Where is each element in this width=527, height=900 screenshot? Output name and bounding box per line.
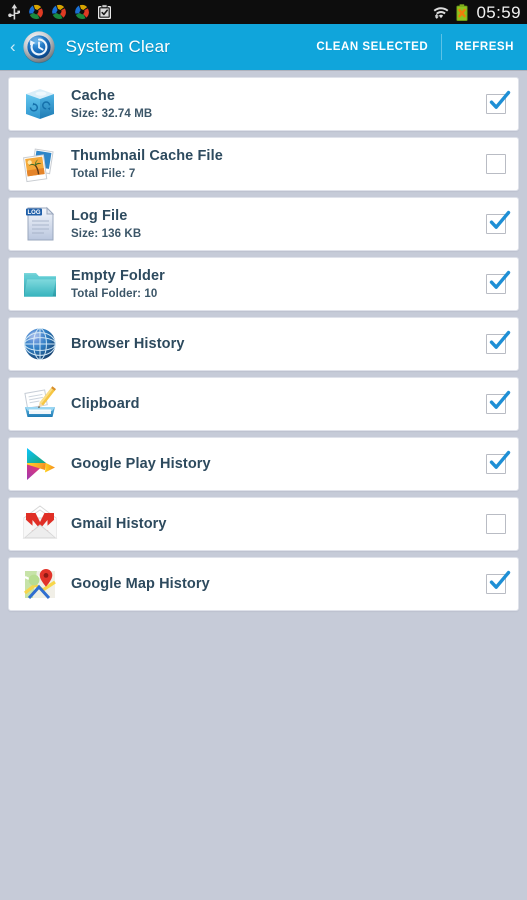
status-bar-clock: 05:59	[476, 2, 521, 22]
checkmark-icon	[489, 90, 511, 109]
list-item-checkbox[interactable]	[486, 270, 511, 294]
log-file-icon: LOG	[26, 206, 55, 241]
list-item-checkbox[interactable]	[486, 154, 506, 174]
list-item-text: Empty Folder Total Folder: 10	[71, 268, 486, 301]
status-bar: 05:59	[0, 0, 527, 24]
status-bar-left-icons	[8, 3, 112, 21]
list-item-title: Clipboard	[71, 395, 140, 412]
battery-icon	[456, 3, 469, 21]
clean-items-list: Cache Size: 32.74 MB Thumbnail Cache Fil…	[0, 70, 527, 611]
action-bar-actions: CLEAN SELECTED REFRESH	[303, 24, 527, 70]
list-item-checkbox[interactable]	[486, 450, 511, 474]
list-item-subtitle: Size: 32.74 MB	[71, 108, 153, 121]
checkmark-icon	[489, 330, 511, 349]
clipboard-icon	[98, 4, 111, 19]
list-item[interactable]: LOG Log File Size: 136 KB	[8, 197, 519, 251]
list-item-text: Gmail History	[71, 516, 486, 533]
list-item-text: Browser History	[71, 336, 486, 353]
browser-globe-icon	[24, 328, 56, 360]
list-item-title: Google Map History	[71, 575, 210, 592]
google-play-icon	[27, 448, 55, 480]
refresh-button[interactable]: REFRESH	[442, 24, 527, 70]
list-item-checkbox[interactable]	[486, 570, 511, 594]
list-item-title: Log File	[71, 207, 128, 224]
list-item-title: Browser History	[71, 335, 185, 352]
list-item-checkbox[interactable]	[486, 514, 506, 534]
list-item-text: Google Play History	[71, 456, 486, 473]
list-item[interactable]: Empty Folder Total Folder: 10	[8, 257, 519, 311]
list-item-text: Clipboard	[71, 396, 486, 413]
cache-bin-icon	[26, 89, 54, 119]
action-bar: ‹ System Clear CLEAN SELECTED REFRESH	[0, 24, 527, 70]
google-maps-icon	[24, 569, 56, 600]
checkmark-icon	[489, 210, 511, 229]
sync-app-icon	[51, 4, 67, 20]
list-item[interactable]: Thumbnail Cache File Total File: 7	[8, 137, 519, 191]
page-title: System Clear	[65, 37, 171, 56]
list-item-text: Log File Size: 136 KB	[71, 208, 486, 241]
empty-folder-icon	[24, 273, 56, 297]
usb-icon	[8, 3, 20, 19]
list-item-text: Google Map History	[71, 576, 486, 593]
system-clear-icon	[23, 31, 55, 64]
checkmark-icon	[489, 390, 511, 409]
checkmark-icon	[489, 450, 511, 469]
list-item[interactable]: Gmail History	[8, 497, 519, 551]
clipboard-tray-icon	[24, 386, 57, 417]
back-button[interactable]: ‹	[6, 38, 22, 57]
list-item-title: Google Play History	[71, 455, 211, 472]
list-item[interactable]: Clipboard	[8, 377, 519, 431]
list-item[interactable]: Google Map History	[8, 557, 519, 611]
list-item[interactable]: Cache Size: 32.74 MB	[8, 77, 519, 131]
list-item-checkbox[interactable]	[486, 90, 511, 114]
list-item-title: Gmail History	[71, 515, 167, 532]
list-item-subtitle: Total Folder: 10	[71, 288, 158, 301]
list-item-title: Cache	[71, 87, 116, 104]
status-bar-right-icons: 05:59	[432, 4, 521, 21]
wifi-icon	[434, 7, 449, 19]
thumbnail-photos-icon	[23, 148, 54, 183]
list-item-subtitle: Total File: 7	[71, 168, 136, 181]
list-item-subtitle: Size: 136 KB	[71, 228, 142, 241]
clean-selected-button[interactable]: CLEAN SELECTED	[303, 24, 441, 70]
sync-app-icon	[28, 4, 44, 20]
checkmark-icon	[489, 270, 511, 289]
list-item-text: Cache Size: 32.74 MB	[71, 88, 486, 121]
list-item-checkbox[interactable]	[486, 390, 511, 414]
list-item-checkbox[interactable]	[486, 210, 511, 234]
list-item-title: Thumbnail Cache File	[71, 147, 223, 164]
list-item[interactable]: Google Play History	[8, 437, 519, 491]
checkmark-icon	[489, 570, 511, 589]
list-item[interactable]: Browser History	[8, 317, 519, 371]
gmail-icon	[22, 505, 58, 539]
list-item-text: Thumbnail Cache File Total File: 7	[71, 148, 486, 181]
list-item-title: Empty Folder	[71, 267, 165, 284]
svg-text:LOG: LOG	[28, 210, 41, 216]
sync-app-icon	[74, 4, 90, 20]
list-item-checkbox[interactable]	[486, 330, 511, 354]
